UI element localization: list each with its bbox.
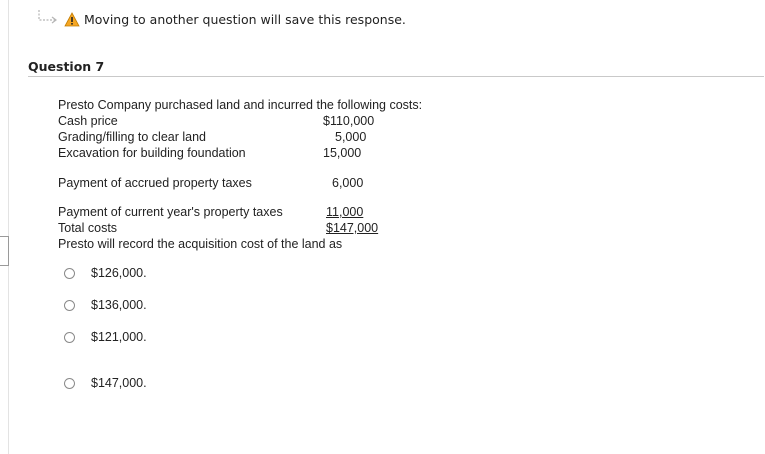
option-136000[interactable]: $136,000.	[64, 298, 147, 312]
left-rail	[0, 0, 9, 454]
cost-amount-cash-price: $110,000	[323, 114, 375, 128]
cost-amount-excavation: 15,000	[323, 146, 362, 160]
cost-label-current-taxes: Payment of current year's property taxes	[58, 205, 283, 219]
cost-label-total: Total costs	[58, 221, 118, 235]
question-header: Question 7	[28, 58, 764, 77]
radio-button[interactable]	[64, 331, 75, 343]
option-121000[interactable]: $121,000.	[64, 330, 147, 344]
warning-icon	[64, 11, 80, 26]
radio-button[interactable]	[64, 299, 75, 311]
question-prompt: Presto will record the acquisition cost …	[58, 237, 343, 251]
cost-amount-current-taxes: 11,000	[326, 205, 364, 219]
warning-text: Moving to another question will save thi…	[84, 11, 406, 27]
cost-amount-grading: 5,000	[335, 130, 367, 144]
sidebar-toggle-tab[interactable]	[0, 236, 9, 266]
option-label: $136,000.	[91, 298, 147, 312]
option-label: $147,000.	[91, 376, 147, 390]
return-arrow-icon	[38, 10, 57, 24]
option-label: $126,000.	[91, 266, 147, 280]
option-126000[interactable]: $126,000.	[64, 266, 147, 280]
option-147000[interactable]: $147,000.	[64, 376, 147, 390]
cost-label-accrued-taxes: Payment of accrued property taxes	[58, 176, 252, 190]
cost-amount-accrued-taxes: 6,000	[332, 176, 364, 190]
save-warning: Moving to another question will save thi…	[36, 6, 406, 32]
question-title: Question 7	[28, 59, 105, 74]
question-intro: Presto Company purchased land and incurr…	[58, 98, 423, 112]
radio-button[interactable]	[64, 267, 75, 279]
option-label: $121,000.	[91, 330, 147, 344]
cost-label-cash-price: Cash price	[58, 114, 118, 128]
cost-label-excavation: Excavation for building foundation	[58, 146, 246, 160]
cost-amount-total: $147,000	[326, 221, 379, 235]
radio-button[interactable]	[64, 377, 75, 389]
cost-label-grading: Grading/filling to clear land	[58, 130, 206, 144]
